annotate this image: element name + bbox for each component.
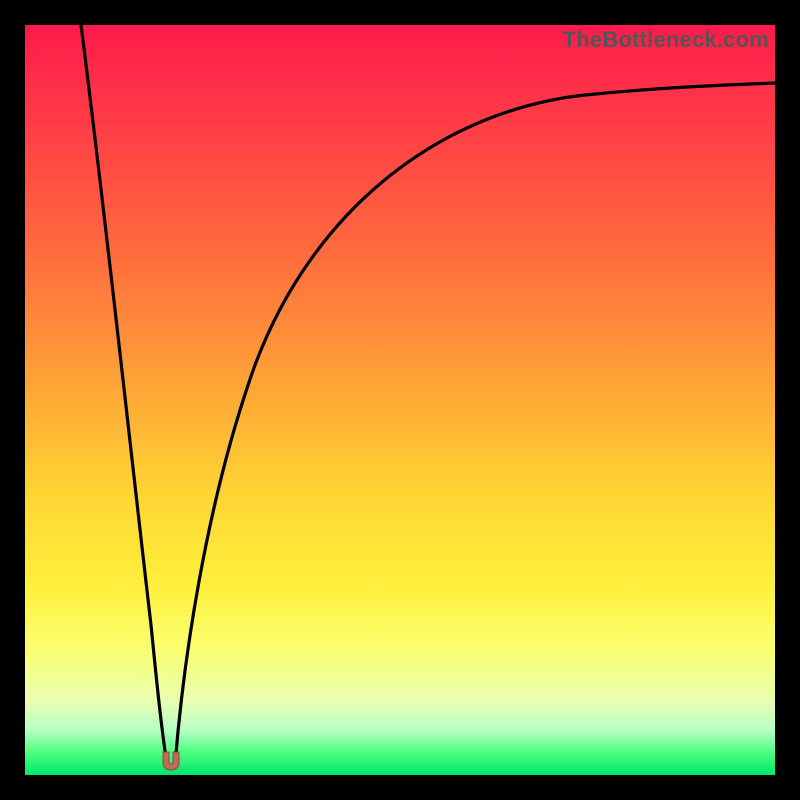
dip-marker <box>158 749 184 773</box>
curve-right-branch <box>175 83 775 765</box>
u-icon <box>163 752 179 770</box>
curve-left-branch <box>81 25 167 765</box>
bottleneck-curve <box>25 25 775 775</box>
chart-frame: TheBottleneck.com <box>25 25 775 775</box>
